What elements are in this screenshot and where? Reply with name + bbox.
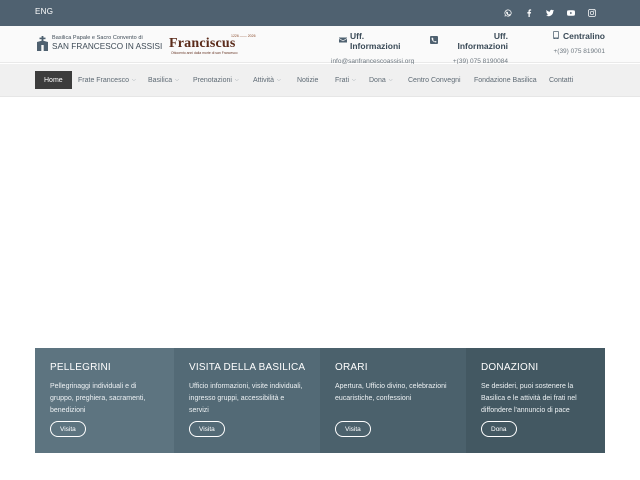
nav-item-label: Frate Francesco — [78, 76, 129, 84]
chevron-down-icon: ⌵ — [388, 77, 393, 83]
visita-button[interactable]: Visita — [189, 421, 225, 437]
chevron-down-icon: ⌵ — [131, 77, 136, 83]
instagram-icon[interactable] — [581, 6, 602, 20]
visita-button[interactable]: Visita — [50, 421, 86, 437]
contact-email: Uff. Informazioni info@sanfrancescoassis… — [331, 31, 414, 65]
box-title: PELLEGRINI — [50, 362, 111, 373]
nav-item-home[interactable]: Home — [35, 71, 72, 89]
nav-item-frate-francesco[interactable]: Frate Francesco ⌵ — [78, 71, 136, 89]
nav-item-label: Contatti — [549, 76, 574, 84]
box-pellegrini: PELLEGRINI Pellegrinaggi individuali e d… — [35, 348, 174, 453]
contact-switchboard-value[interactable]: +(39) 075 819001 — [540, 48, 605, 55]
nav-item-label: Fondazione Basilica — [474, 76, 537, 84]
box-text: Se desideri, puoi sostenere la Basilica … — [481, 383, 577, 414]
box-title: DONAZIONI — [481, 362, 539, 373]
nav-item-label: Prenotazioni — [193, 76, 232, 84]
nav-item-label: Dona — [369, 76, 386, 84]
box-text: Pellegrinaggi individuali e di gruppo, p… — [50, 383, 146, 414]
twitter-icon[interactable] — [539, 6, 560, 20]
chevron-down-icon: ⌵ — [352, 77, 356, 83]
chevron-down-icon: ⌵ — [234, 77, 239, 83]
envelope-icon — [339, 36, 347, 46]
site-header: Basilica Papale e Sacro Convento di SAN … — [0, 26, 640, 65]
phone-icon — [430, 36, 438, 46]
franciscus-wordmark: Franciscus — [169, 36, 236, 51]
contact-phone: Uff. Informazioni +(39) 075 8190084 — [430, 31, 508, 65]
box-title: ORARI — [335, 362, 368, 373]
basilica-logo[interactable]: Basilica Papale e Sacro Convento di SAN … — [37, 36, 162, 51]
main-navigation: Home Frate Francesco ⌵ Basilica ⌵ Prenotaz… — [0, 64, 640, 97]
contact-switchboard-title: Centralino — [562, 31, 605, 41]
hero-area — [0, 98, 640, 348]
box-visita-basilica: VISITA DELLA BASILICA Ufficio informazio… — [174, 348, 320, 453]
info-boxes: PELLEGRINI Pellegrinaggi individuali e d… — [35, 348, 605, 453]
dona-button[interactable]: Dona — [481, 421, 517, 437]
box-title: VISITA DELLA BASILICA — [189, 362, 306, 373]
box-donazioni: DONAZIONI Se desideri, puoi sostenere la… — [466, 348, 605, 453]
nav-item-label: Frati — [335, 76, 349, 84]
nav-item-dona[interactable]: Dona ⌵ — [369, 71, 393, 89]
franciscus-subtitle: Ottocento anni dalla morte di san France… — [171, 51, 238, 55]
box-text: Apertura, Ufficio divino, celebrazioni e… — [335, 383, 447, 402]
nav-item-label: Notizie — [297, 76, 319, 84]
nav-item-fondazione-basilica[interactable]: Fondazione Basilica — [474, 71, 537, 89]
logo-line-1: Basilica Papale e Sacro Convento di — [52, 35, 143, 42]
visita-button[interactable]: Visita — [335, 421, 371, 437]
chevron-down-icon: ⌵ — [175, 77, 179, 83]
top-bar: ENG — [0, 0, 640, 26]
box-orari: ORARI Apertura, Ufficio divino, celebraz… — [320, 348, 466, 453]
youtube-icon[interactable] — [560, 6, 581, 20]
nav-item-label: Basilica — [148, 76, 173, 84]
contact-email-title: Uff. Informazioni — [350, 31, 401, 51]
nav-item-frati[interactable]: Frati ⌵ — [335, 71, 356, 89]
nav-item-prenotazioni[interactable]: Prenotazioni ⌵ — [193, 71, 239, 89]
nav-item-attivita[interactable]: Attività ⌵ — [253, 71, 281, 89]
nav-item-notizie[interactable]: Notizie — [297, 71, 318, 89]
basilica-emblem-icon — [37, 36, 48, 51]
nav-item-label: Home — [44, 76, 63, 84]
whatsapp-icon[interactable] — [497, 6, 518, 20]
nav-item-centro-convegni[interactable]: Centro Convegni — [408, 71, 461, 89]
logo-line-2: SAN FRANCESCO IN ASSISI — [52, 41, 163, 51]
nav-item-label: Centro Convegni — [408, 76, 461, 84]
chevron-down-icon: ⌵ — [277, 77, 281, 83]
box-text: Ufficio informazioni, visite individuali… — [189, 383, 303, 414]
nav-item-contatti[interactable]: Contatti — [549, 71, 573, 89]
social-links — [497, 6, 602, 20]
contact-switchboard: Centralino +(39) 075 819001 — [540, 31, 605, 55]
language-switch[interactable]: ENG — [35, 7, 53, 16]
nav-item-label: Attività — [253, 76, 275, 84]
facebook-icon[interactable] — [518, 6, 539, 20]
nav-item-basilica[interactable]: Basilica ⌵ — [148, 71, 179, 89]
mobile-icon — [552, 31, 560, 41]
contact-phone-title: Uff. Informazioni — [457, 31, 508, 51]
